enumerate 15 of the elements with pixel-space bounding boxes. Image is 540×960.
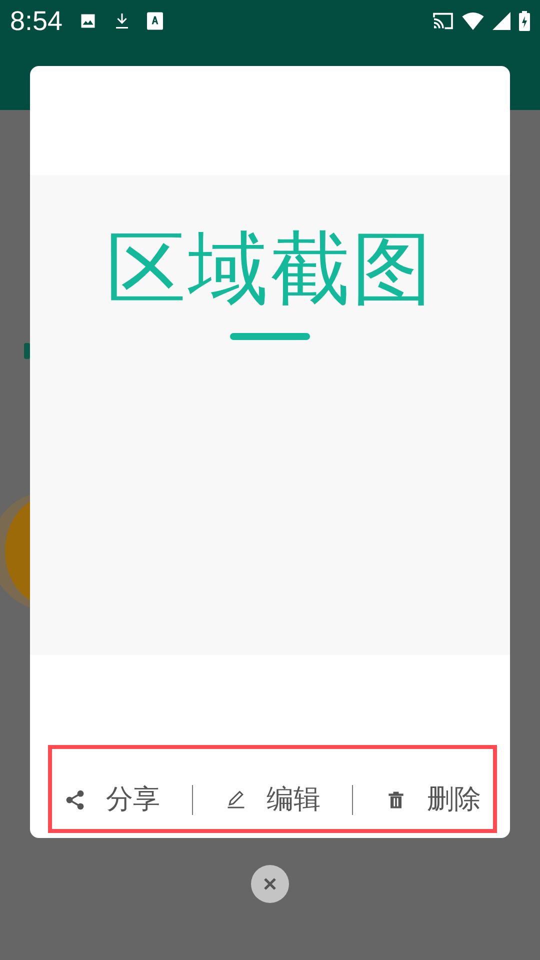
image-icon bbox=[78, 12, 97, 30]
cast-icon bbox=[432, 12, 454, 30]
close-button[interactable] bbox=[251, 865, 289, 903]
share-icon bbox=[64, 789, 86, 812]
status-time: 8:54 bbox=[10, 4, 63, 38]
close-icon bbox=[263, 877, 277, 891]
font-icon bbox=[146, 12, 163, 30]
wifi-icon bbox=[462, 12, 484, 30]
action-button[interactable]: 删除 bbox=[385, 785, 481, 815]
preview-title: 区域截图 bbox=[106, 225, 434, 313]
tab-indicator bbox=[24, 343, 30, 359]
battery-icon bbox=[519, 11, 530, 31]
action-button[interactable]: 分享 bbox=[64, 785, 160, 815]
action-button[interactable]: 编辑 bbox=[224, 785, 320, 815]
signal-icon bbox=[492, 12, 511, 30]
